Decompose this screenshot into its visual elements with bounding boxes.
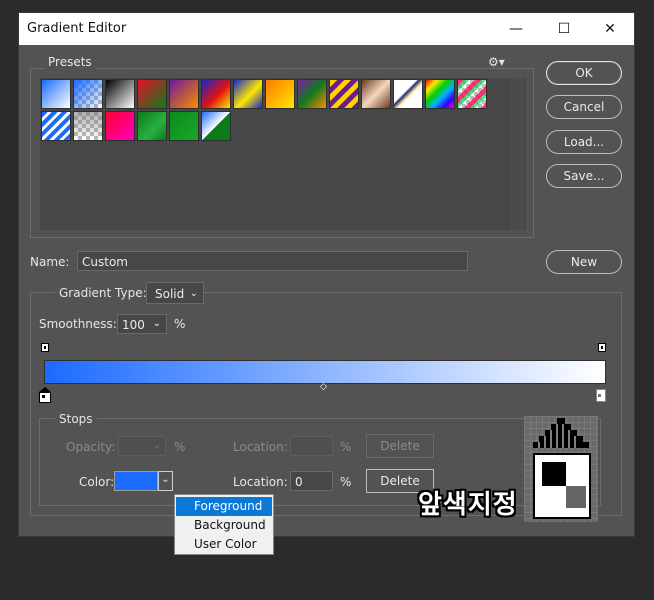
gradient-type-label: Gradient Type: — [55, 286, 151, 300]
color-label: Color: — [79, 475, 115, 489]
menu-item-background[interactable]: Background — [176, 516, 272, 535]
chevron-down-icon: ⌄ — [152, 318, 161, 329]
presets-scrollbar[interactable] — [510, 78, 524, 230]
midpoint-diamond-icon[interactable]: ◇ — [320, 382, 327, 392]
name-input[interactable]: Custom — [77, 251, 468, 271]
new-button[interactable]: New — [546, 250, 622, 274]
smoothness-select[interactable]: 100 ⌄ — [117, 314, 167, 334]
color-location-unit: % — [340, 475, 352, 489]
preset-swatch[interactable] — [201, 79, 231, 109]
opacity-label: Opacity: — [66, 440, 116, 454]
menu-item-user-color[interactable]: User Color — [176, 535, 272, 554]
opacity-delete-button: Delete — [366, 434, 434, 458]
opacity-select: ⌄ — [118, 436, 166, 456]
opacity-stop-left[interactable] — [41, 343, 49, 352]
preset-swatch[interactable] — [105, 79, 135, 109]
foreground-background-illustration — [524, 416, 598, 522]
name-label: Name: — [30, 255, 70, 269]
color-source-menu: Foreground Background User Color — [174, 494, 274, 555]
menu-item-foreground[interactable]: Foreground — [176, 497, 272, 516]
preset-swatch[interactable] — [73, 111, 103, 141]
stops-label: Stops — [55, 412, 97, 426]
window-title: Gradient Editor — [27, 21, 127, 36]
gradient-type-select[interactable]: Solid ⌄ — [146, 282, 204, 304]
chevron-down-icon: ⌄ — [152, 440, 161, 451]
opacity-location-label: Location: — [233, 440, 288, 454]
preset-swatch[interactable] — [201, 111, 231, 141]
opacity-stop-right[interactable] — [598, 343, 606, 352]
preset-swatch[interactable] — [41, 79, 71, 109]
smoothness-unit: % — [174, 317, 186, 331]
load-button[interactable]: Load... — [546, 130, 622, 154]
color-stop-right[interactable] — [596, 389, 606, 402]
close-icon[interactable]: ✕ — [587, 13, 633, 45]
opacity-location-unit: % — [340, 440, 352, 454]
preset-swatch[interactable] — [265, 79, 295, 109]
gear-icon[interactable]: ⚙▾ — [488, 55, 505, 69]
preset-swatch[interactable] — [169, 79, 199, 109]
color-swatch[interactable] — [114, 471, 158, 491]
preset-swatch[interactable] — [137, 79, 167, 109]
smoothness-label: Smoothness: — [39, 317, 117, 331]
title-bar: Gradient Editor — ☐ ✕ — [19, 13, 634, 45]
ok-button[interactable]: OK — [546, 61, 622, 85]
preset-swatch[interactable] — [105, 111, 135, 141]
color-dropdown-chevron-icon[interactable]: ⌄ — [158, 471, 173, 491]
color-stop-left[interactable] — [39, 387, 51, 403]
smoothness-value: 100 — [122, 318, 145, 332]
preset-swatch[interactable] — [73, 79, 103, 109]
cancel-button[interactable]: Cancel — [546, 95, 622, 119]
preset-swatch[interactable] — [233, 79, 263, 109]
preset-swatch[interactable] — [425, 79, 455, 109]
color-location-label: Location: — [233, 475, 288, 489]
preset-swatch[interactable] — [169, 111, 199, 141]
preset-swatch[interactable] — [137, 111, 167, 141]
minimize-icon[interactable]: — — [493, 13, 539, 45]
opacity-location-input — [290, 436, 333, 456]
preset-swatch[interactable] — [393, 79, 423, 109]
gradient-type-value: Solid — [155, 287, 185, 301]
preset-swatch[interactable] — [457, 79, 487, 109]
gradient-preview-bar[interactable] — [44, 360, 606, 384]
save-button[interactable]: Save... — [546, 164, 622, 188]
presets-label: Presets — [44, 55, 96, 69]
opacity-unit: % — [174, 440, 186, 454]
chevron-down-icon: ⌄ — [189, 288, 198, 299]
preset-swatch[interactable] — [329, 79, 359, 109]
preset-swatch[interactable] — [41, 111, 71, 141]
caption-overlay: 앞색지정 — [418, 490, 518, 520]
color-location-input[interactable]: 0 — [290, 471, 333, 491]
preset-swatch[interactable] — [297, 79, 327, 109]
maximize-icon[interactable]: ☐ — [541, 13, 587, 45]
preset-swatch[interactable] — [361, 79, 391, 109]
